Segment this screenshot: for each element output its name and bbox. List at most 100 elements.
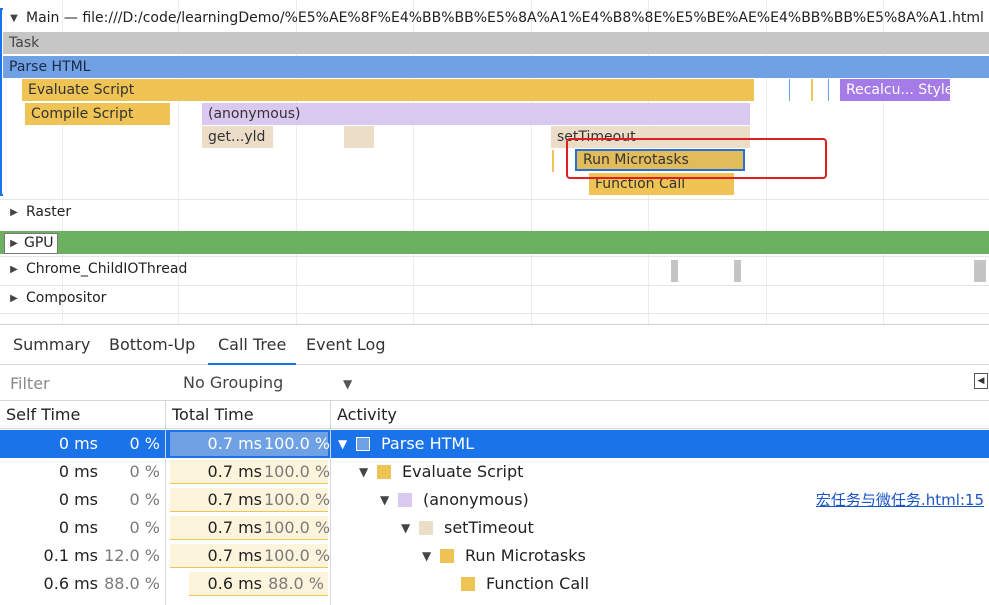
track-divider bbox=[0, 285, 989, 286]
self-time-percent: 88.0 % bbox=[104, 574, 160, 593]
self-time-percent: 0 % bbox=[129, 518, 160, 537]
total-time-percent: 88.0 % bbox=[268, 574, 324, 593]
activity-label: setTimeout bbox=[444, 518, 534, 537]
gpu-track-header[interactable]: ▶ GPU bbox=[4, 233, 58, 254]
self-time-percent: 0 % bbox=[129, 434, 160, 453]
child-io-track-header[interactable]: ▶ Chrome_ChildIOThread bbox=[8, 261, 187, 277]
tab-call-tree[interactable]: Call Tree bbox=[208, 325, 297, 365]
activity-label: (anonymous) bbox=[423, 490, 529, 509]
dropdown-caret-icon[interactable]: ▼ bbox=[343, 371, 352, 397]
expanded-triangle-icon[interactable]: ▼ bbox=[338, 430, 347, 458]
event-tick bbox=[552, 150, 554, 172]
anonymous-bar[interactable]: (anonymous) bbox=[202, 103, 750, 125]
track-divider bbox=[0, 313, 989, 314]
activity-label: Run Microtasks bbox=[465, 546, 586, 565]
highlight-annotation bbox=[566, 138, 827, 179]
total-time-percent: 100.0 % bbox=[264, 518, 331, 537]
gpu-track[interactable] bbox=[0, 231, 989, 254]
category-swatch-icon bbox=[398, 493, 412, 507]
activity-label: Evaluate Script bbox=[402, 462, 524, 481]
self-time-ms: 0 ms bbox=[58, 490, 98, 509]
tab-event-log[interactable]: Event Log bbox=[296, 325, 396, 365]
filter-toolbar: No Grouping ▼ ◀ bbox=[0, 365, 989, 401]
self-time-percent: 0 % bbox=[129, 462, 160, 481]
source-link[interactable]: 宏任务与微任务.html:15 bbox=[816, 486, 984, 514]
event-tick bbox=[811, 79, 813, 101]
column-header-self-time[interactable]: Self Time bbox=[0, 401, 166, 429]
expanded-triangle-icon[interactable]: ▼ bbox=[401, 514, 410, 542]
column-header-activity[interactable]: Activity bbox=[331, 401, 989, 429]
raster-track-header[interactable]: ▶ Raster bbox=[8, 204, 71, 220]
table-row[interactable]: 0 ms 0 % 0.7 ms 100.0 % ▼ setTimeout bbox=[0, 514, 989, 542]
grouping-select[interactable]: No Grouping bbox=[183, 370, 283, 396]
total-time-ms: 0.7 ms bbox=[207, 434, 262, 453]
collapsed-triangle-icon[interactable]: ▶ bbox=[8, 234, 20, 253]
total-time-percent: 100.0 % bbox=[264, 462, 331, 481]
toggle-sidebar-icon[interactable]: ◀ bbox=[974, 373, 988, 389]
self-time-ms: 0 ms bbox=[58, 518, 98, 537]
self-time-percent: 12.0 % bbox=[104, 546, 160, 565]
collapsed-triangle-icon[interactable]: ▶ bbox=[8, 264, 20, 275]
table-row[interactable]: 0 ms 0 % 0.7 ms 100.0 % ▼ Parse HTML bbox=[0, 430, 989, 458]
column-header-total-time[interactable]: Total Time bbox=[166, 401, 331, 429]
table-row[interactable]: 0 ms 0 % 0.7 ms 100.0 % ▼ Evaluate Script bbox=[0, 458, 989, 486]
expanded-triangle-icon[interactable]: ▼ bbox=[422, 542, 431, 570]
self-time-ms: 0 ms bbox=[58, 462, 98, 481]
category-swatch-icon bbox=[419, 521, 433, 535]
io-event-tick[interactable] bbox=[671, 260, 678, 282]
table-row[interactable]: 0.1 ms 12.0 % 0.7 ms 100.0 % ▼ Run Microtasks bbox=[0, 542, 989, 570]
flame-chart[interactable]: ▼ Main — file:///D:/code/learningDemo/%E… bbox=[0, 0, 989, 324]
activity-label: Function Call bbox=[486, 574, 590, 593]
io-event-tick[interactable] bbox=[974, 260, 986, 282]
filter-input[interactable] bbox=[6, 370, 171, 396]
track-divider bbox=[0, 256, 989, 257]
compile-script-bar[interactable]: Compile Script bbox=[25, 103, 170, 125]
collapsed-triangle-icon[interactable]: ▶ bbox=[8, 207, 20, 218]
event-tick bbox=[828, 79, 829, 101]
self-time-ms: 0 ms bbox=[58, 434, 98, 453]
category-swatch-icon bbox=[377, 465, 391, 479]
child-io-track-label: Chrome_ChildIOThread bbox=[26, 261, 188, 277]
total-time-percent: 100.0 % bbox=[264, 546, 331, 565]
io-event-tick[interactable] bbox=[734, 260, 741, 282]
call-tree-table: Self Time Total Time Activity 0 ms 0 % 0.7… bbox=[0, 401, 989, 605]
total-time-ms: 0.7 ms bbox=[207, 490, 262, 509]
activity-label: Parse HTML bbox=[381, 434, 475, 453]
table-row[interactable]: 0 ms 0 % 0.7 ms 100.0 % ▼ (anonymous) 宏任务与微任务.… bbox=[0, 486, 989, 514]
self-time-ms: 0.6 ms bbox=[43, 574, 98, 593]
total-time-percent: 100.0 % bbox=[264, 434, 331, 453]
tab-bottom-up[interactable]: Bottom-Up bbox=[99, 325, 205, 365]
total-time-ms: 0.7 ms bbox=[207, 518, 262, 537]
main-track-header[interactable]: ▼ Main — file:///D:/code/learningDemo/%E… bbox=[8, 10, 984, 26]
tab-summary[interactable]: Summary bbox=[3, 325, 100, 365]
self-time-percent: 0 % bbox=[129, 490, 160, 509]
small-call-bar[interactable] bbox=[344, 126, 374, 148]
raster-track-label: Raster bbox=[26, 204, 72, 220]
task-bar[interactable]: Task bbox=[3, 32, 989, 54]
parse-html-bar[interactable]: Parse HTML bbox=[3, 56, 989, 78]
track-divider bbox=[0, 199, 989, 200]
main-track-title: Main — file:///D:/code/learningDemo/%E5%… bbox=[26, 10, 984, 26]
evaluate-script-bar[interactable]: Evaluate Script bbox=[22, 79, 754, 101]
compositor-track-header[interactable]: ▶ Compositor bbox=[8, 290, 106, 306]
recalc-style-bar[interactable]: Recalcu... Style bbox=[840, 79, 950, 101]
get-yld-bar[interactable]: get...yld bbox=[202, 126, 273, 148]
collapsed-triangle-icon[interactable]: ▶ bbox=[8, 293, 20, 304]
table-row[interactable]: 0.6 ms 88.0 % 0.6 ms 88.0 % Function Call bbox=[0, 570, 989, 598]
category-swatch-icon bbox=[440, 549, 454, 563]
compositor-track-label: Compositor bbox=[26, 290, 107, 306]
column-divider bbox=[165, 401, 166, 605]
gpu-track-label: GPU bbox=[24, 235, 54, 251]
total-time-percent: 100.0 % bbox=[264, 490, 331, 509]
category-swatch-icon bbox=[356, 437, 370, 451]
details-tab-bar: Summary Bottom-Up Call Tree Event Log bbox=[0, 325, 989, 365]
total-time-ms: 0.7 ms bbox=[207, 462, 262, 481]
expanded-triangle-icon[interactable]: ▼ bbox=[8, 13, 20, 24]
self-time-ms: 0.1 ms bbox=[43, 546, 98, 565]
expanded-triangle-icon[interactable]: ▼ bbox=[359, 458, 368, 486]
category-swatch-icon bbox=[461, 577, 475, 591]
expanded-triangle-icon[interactable]: ▼ bbox=[380, 486, 389, 514]
total-time-ms: 0.6 ms bbox=[207, 574, 262, 593]
total-time-ms: 0.7 ms bbox=[207, 546, 262, 565]
column-divider bbox=[330, 401, 331, 605]
